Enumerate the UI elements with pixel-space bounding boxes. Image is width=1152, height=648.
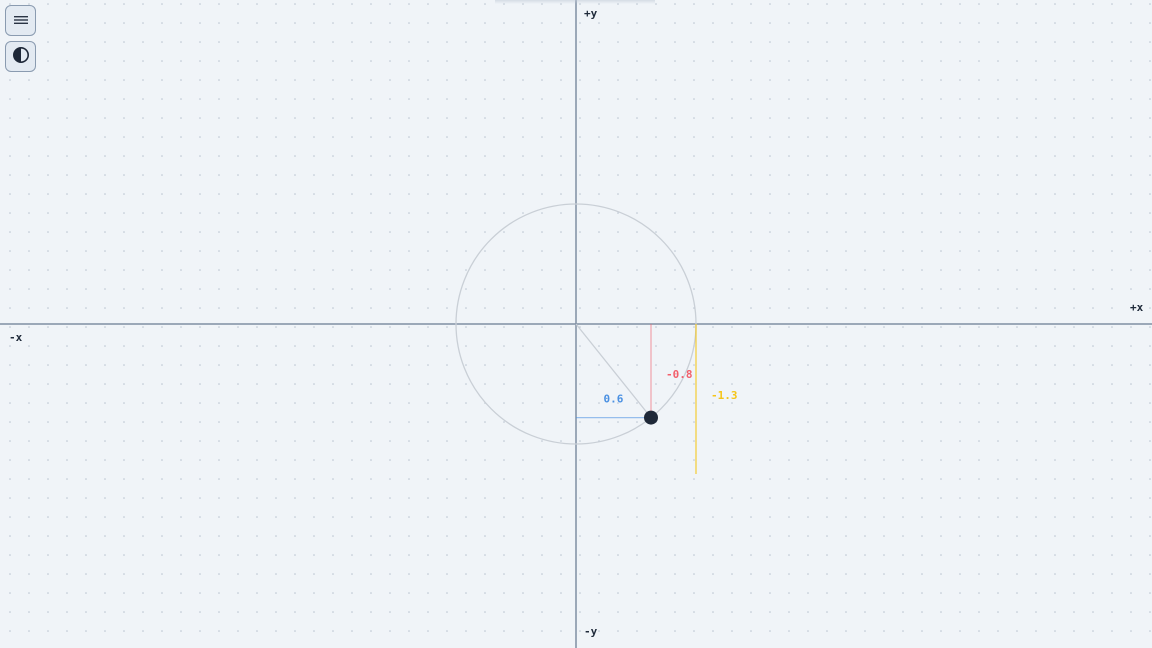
unit-circle-canvas[interactable]: 0.6 -0.8 -1.3 +y -y +x -x xyxy=(0,0,1152,648)
tangent-value-label: -1.3 xyxy=(711,389,738,402)
positive-x-axis-label: +x xyxy=(1130,301,1144,314)
menu-button[interactable] xyxy=(5,5,36,36)
top-panel-edge xyxy=(495,0,655,4)
sine-value-label: -0.8 xyxy=(666,368,693,381)
negative-y-axis-label: -y xyxy=(584,625,598,638)
contrast-half-circle-icon xyxy=(12,46,30,68)
positive-y-axis-label: +y xyxy=(584,7,598,20)
theme-toggle-button[interactable] xyxy=(5,41,36,72)
negative-x-axis-label: -x xyxy=(9,331,23,344)
angle-drag-handle[interactable] xyxy=(644,410,658,425)
hamburger-menu-icon xyxy=(13,11,29,30)
unit-circle-plot[interactable]: 0.6 -0.8 -1.3 xyxy=(0,0,1152,648)
cosine-value-label: 0.6 xyxy=(604,393,624,406)
